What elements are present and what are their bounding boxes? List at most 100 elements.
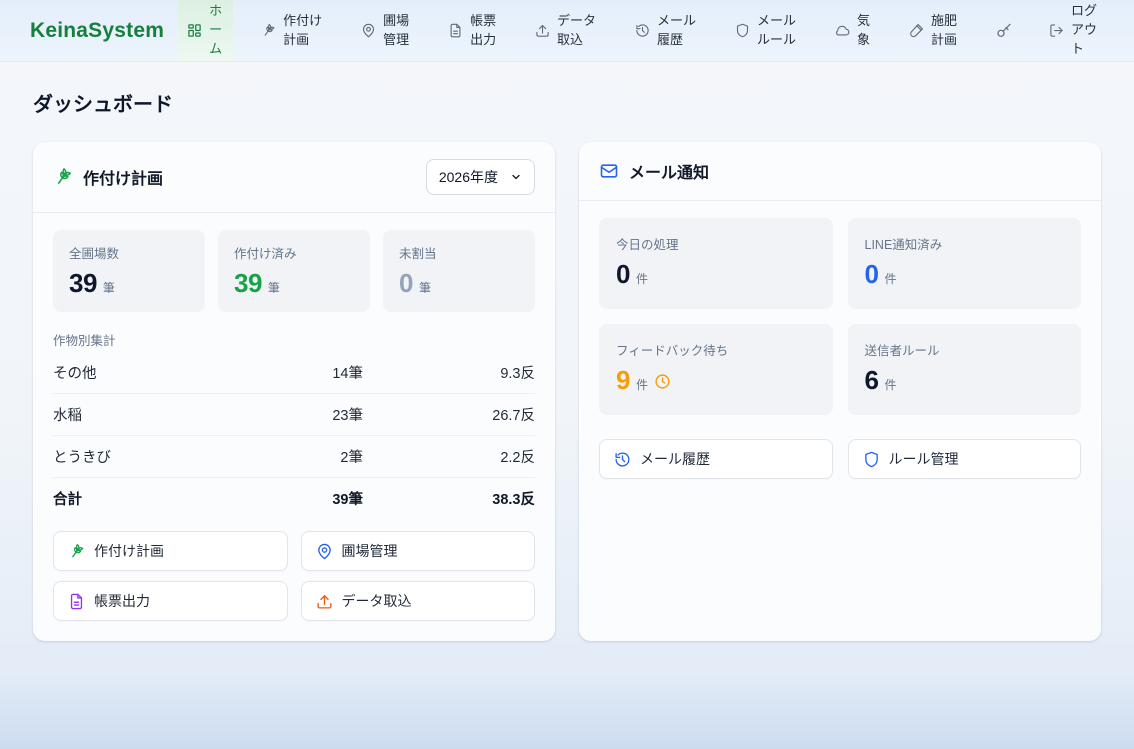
- planting-plan-button[interactable]: 作付け計画: [53, 531, 288, 571]
- stat-label: 全圃場数: [69, 243, 189, 262]
- chevron-down-icon: [510, 171, 522, 183]
- mail-stats-row-1: 今日の処理 0 件 LINE通知済み 0 件: [599, 218, 1081, 309]
- nav-item-home[interactable]: ホーム: [178, 0, 233, 61]
- wheat-icon: [261, 23, 276, 38]
- stat-value: 0: [399, 268, 413, 299]
- stat-unit: 件: [884, 376, 896, 393]
- stat-value: 9: [616, 365, 630, 396]
- crop-area: 2.2反: [363, 446, 535, 467]
- stat-unit: 筆: [103, 279, 115, 296]
- stat-planted: 作付け済み 39 筆: [218, 230, 370, 312]
- brand-logo[interactable]: KeinaSystem: [30, 19, 164, 43]
- stat-label: フィードバック待ち: [616, 340, 816, 359]
- nav-item-weather[interactable]: 気象: [826, 0, 881, 61]
- table-row: とうきび 2筆 2.2反: [53, 436, 535, 478]
- crop-name: とうきび: [53, 446, 268, 467]
- planting-card-title: 作付け計画: [83, 165, 416, 189]
- nav-item-planting-plan[interactable]: 作付け計画: [252, 0, 333, 61]
- nav-label: メールルール: [757, 12, 798, 50]
- logout-icon: [1049, 23, 1064, 38]
- document-icon: [68, 593, 85, 610]
- key-icon: [996, 23, 1012, 39]
- history-icon: [614, 451, 631, 468]
- nav-item-field-management[interactable]: 圃場管理: [352, 0, 420, 61]
- mail-card-body: 今日の処理 0 件 LINE通知済み 0 件: [579, 201, 1101, 499]
- stat-label: 今日の処理: [616, 234, 816, 253]
- stat-value: 39: [69, 268, 97, 299]
- table-row: その他 14筆 9.3反: [53, 352, 535, 394]
- cloud-icon: [835, 23, 850, 38]
- nav-item-fertilization-plan[interactable]: 施肥計画: [900, 0, 968, 61]
- rule-management-button[interactable]: ルール管理: [848, 439, 1082, 479]
- nav-label: データ取込: [557, 12, 598, 50]
- nav-item-logout[interactable]: ログアウト: [1040, 0, 1108, 61]
- map-pin-icon: [361, 23, 376, 38]
- upload-icon: [535, 23, 550, 38]
- mail-history-button[interactable]: メール履歴: [599, 439, 833, 479]
- crop-summary-table: その他 14筆 9.3反 水稲 23筆 26.7反 とうきび 2筆 2.2反: [53, 352, 535, 515]
- button-label: メール履歴: [640, 449, 710, 469]
- stat-unit: 件: [884, 270, 896, 287]
- main-content: ダッシュボード 作付け計画 2026年度 全圃場数: [0, 88, 1134, 641]
- crop-name: 水稲: [53, 404, 268, 425]
- stat-value: 6: [865, 365, 879, 396]
- stat-label: 作付け済み: [234, 243, 354, 262]
- mail-stats-row-2: フィードバック待ち 9 件 送信者ルール 6 件: [599, 324, 1081, 415]
- nav-item-password[interactable]: [987, 0, 1021, 61]
- planting-quick-actions: 作付け計画 圃場管理 帳票出力: [53, 531, 535, 621]
- stat-sender-rules: 送信者ルール 6 件: [848, 324, 1082, 415]
- data-import-button[interactable]: データ取込: [301, 581, 536, 621]
- crop-area: 26.7反: [363, 404, 535, 425]
- nav-item-mail-history[interactable]: メール履歴: [626, 0, 707, 61]
- stat-label: LINE通知済み: [865, 234, 1065, 253]
- test-tube-icon: [909, 23, 924, 38]
- stat-value: 0: [616, 259, 630, 290]
- stat-awaiting-feedback: フィードバック待ち 9 件: [599, 324, 833, 415]
- history-icon: [635, 23, 650, 38]
- mail-card-header: メール通知: [579, 142, 1101, 201]
- nav-label: 圃場管理: [383, 12, 411, 50]
- stat-label: 未割当: [399, 243, 519, 262]
- button-label: 帳票出力: [94, 591, 150, 611]
- planting-plan-card: 作付け計画 2026年度 全圃場数 39 筆: [33, 142, 555, 641]
- stat-value: 39: [234, 268, 262, 299]
- planting-card-header: 作付け計画 2026年度: [33, 142, 555, 213]
- table-total-row: 合計 39筆 38.3反: [53, 478, 535, 515]
- dashboard-icon: [187, 23, 202, 38]
- crop-count: 39筆: [268, 488, 363, 509]
- crop-area: 9.3反: [363, 362, 535, 383]
- stat-unit: 件: [636, 270, 648, 287]
- mail-icon: [599, 161, 619, 181]
- stat-label: 送信者ルール: [865, 340, 1065, 359]
- year-select-value: 2026年度: [439, 167, 498, 187]
- top-navbar: KeinaSystem ホーム 作付け計画 圃場管理 帳票出力: [0, 0, 1134, 62]
- nav-item-report-output[interactable]: 帳票出力: [439, 0, 507, 61]
- nav-label: 帳票出力: [470, 12, 498, 50]
- nav-label: メール履歴: [657, 12, 698, 50]
- report-output-button[interactable]: 帳票出力: [53, 581, 288, 621]
- button-label: 圃場管理: [342, 541, 398, 561]
- nav-item-mail-rules[interactable]: メールルール: [726, 0, 807, 61]
- crop-area: 38.3反: [363, 488, 535, 509]
- button-label: データ取込: [342, 591, 412, 611]
- year-select[interactable]: 2026年度: [426, 159, 535, 195]
- stat-today-processed: 今日の処理 0 件: [599, 218, 833, 309]
- stat-unit: 件: [636, 376, 648, 393]
- document-icon: [448, 23, 463, 38]
- planting-stats: 全圃場数 39 筆 作付け済み 39 筆 未割当: [53, 230, 535, 312]
- shield-icon: [735, 23, 750, 38]
- dashboard-cards: 作付け計画 2026年度 全圃場数 39 筆: [33, 142, 1101, 641]
- stat-unit: 筆: [419, 279, 431, 296]
- field-management-button[interactable]: 圃場管理: [301, 531, 536, 571]
- main-nav: ホーム 作付け計画 圃場管理 帳票出力 データ取込: [178, 0, 1108, 61]
- stat-value: 0: [865, 259, 879, 290]
- page-title: ダッシュボード: [33, 88, 1101, 117]
- clock-icon: [654, 373, 671, 390]
- nav-label: 作付け計画: [283, 12, 324, 50]
- crop-count: 23筆: [268, 404, 363, 425]
- crop-count: 14筆: [268, 362, 363, 383]
- nav-item-data-import[interactable]: データ取込: [526, 0, 607, 61]
- mail-quick-actions: メール履歴 ルール管理: [599, 439, 1081, 479]
- upload-icon: [316, 593, 333, 610]
- button-label: 作付け計画: [94, 541, 164, 561]
